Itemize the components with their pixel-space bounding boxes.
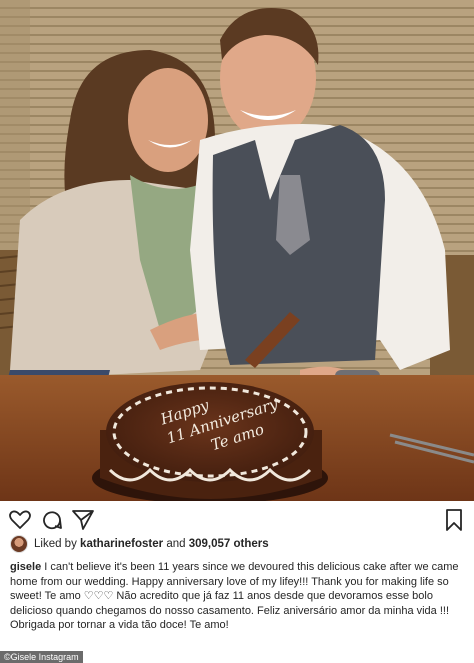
liker-avatar[interactable]: [10, 535, 28, 553]
heart-icon[interactable]: [8, 508, 32, 532]
caption-username[interactable]: gisele: [10, 561, 41, 573]
liked-user-link[interactable]: katharinefoster: [80, 538, 163, 550]
likes-count-link[interactable]: 309,057 others: [189, 538, 269, 550]
post-caption: gisele I can't believe it's been 11 year…: [10, 560, 468, 633]
likes-text: Liked by katharinefoster and 309,057 oth…: [34, 538, 269, 550]
likes-row: Liked by katharinefoster and 309,057 oth…: [10, 534, 470, 554]
post-photo[interactable]: Happy 11 Anniversary Te amo: [0, 0, 474, 501]
bookmark-icon[interactable]: [442, 508, 466, 532]
photo-credit: ©Gisele Instagram: [0, 651, 83, 663]
woman-face: [128, 68, 208, 172]
liked-conj: and: [166, 538, 186, 550]
caption-text: I can't believe it's been 11 years since…: [10, 561, 459, 632]
liked-prefix: Liked by: [34, 538, 77, 550]
comment-icon[interactable]: [40, 508, 64, 532]
share-icon[interactable]: [71, 508, 95, 532]
post-action-bar: [0, 503, 474, 535]
